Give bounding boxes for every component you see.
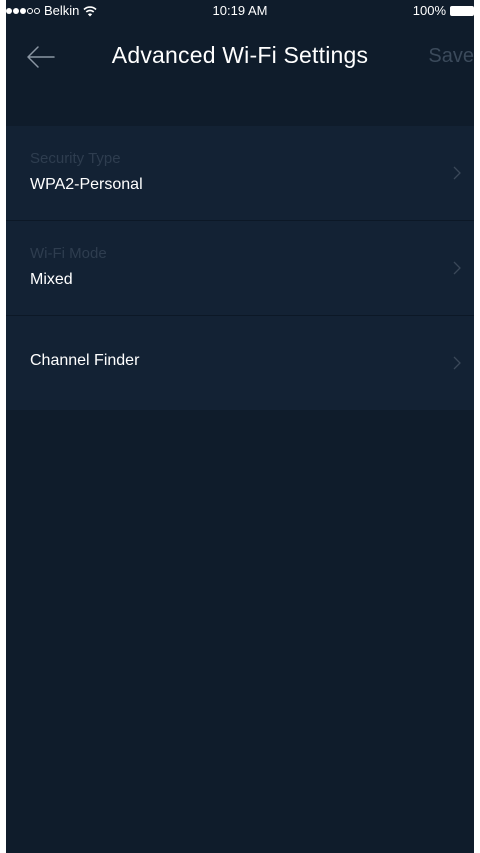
status-time: 10:19 AM bbox=[212, 3, 268, 18]
status-bar: Belkin 10:19 AM 100% bbox=[6, 0, 474, 20]
page-title: Advanced Wi-Fi Settings bbox=[111, 42, 369, 68]
row-value: WPA2-Personal bbox=[30, 176, 143, 193]
battery-percent: 100% bbox=[412, 3, 446, 18]
nav-header: Advanced Wi-Fi Settings Save bbox=[6, 24, 474, 90]
app-screen: Belkin 10:19 AM 100% Advanced Wi-Fi Sett… bbox=[6, 0, 474, 853]
save-button[interactable]: Save bbox=[428, 45, 474, 68]
status-right: 100% bbox=[413, 3, 474, 18]
battery-icon bbox=[450, 5, 474, 16]
settings-row-security-type[interactable]: Security Type WPA2-Personal bbox=[6, 126, 474, 221]
chevron-right-icon bbox=[453, 166, 461, 180]
settings-row-channel-finder[interactable]: Channel Finder bbox=[6, 316, 474, 410]
chevron-right-icon bbox=[453, 261, 461, 275]
row-value: Mixed bbox=[30, 271, 73, 288]
row-value: Channel Finder bbox=[30, 352, 140, 369]
row-label: Security Type bbox=[30, 150, 121, 167]
settings-list: Security Type WPA2-Personal Wi-Fi Mode M… bbox=[6, 126, 474, 410]
settings-row-wifi-mode[interactable]: Wi-Fi Mode Mixed bbox=[6, 221, 474, 316]
row-label: Wi-Fi Mode bbox=[30, 245, 107, 262]
chevron-right-icon bbox=[453, 356, 461, 370]
